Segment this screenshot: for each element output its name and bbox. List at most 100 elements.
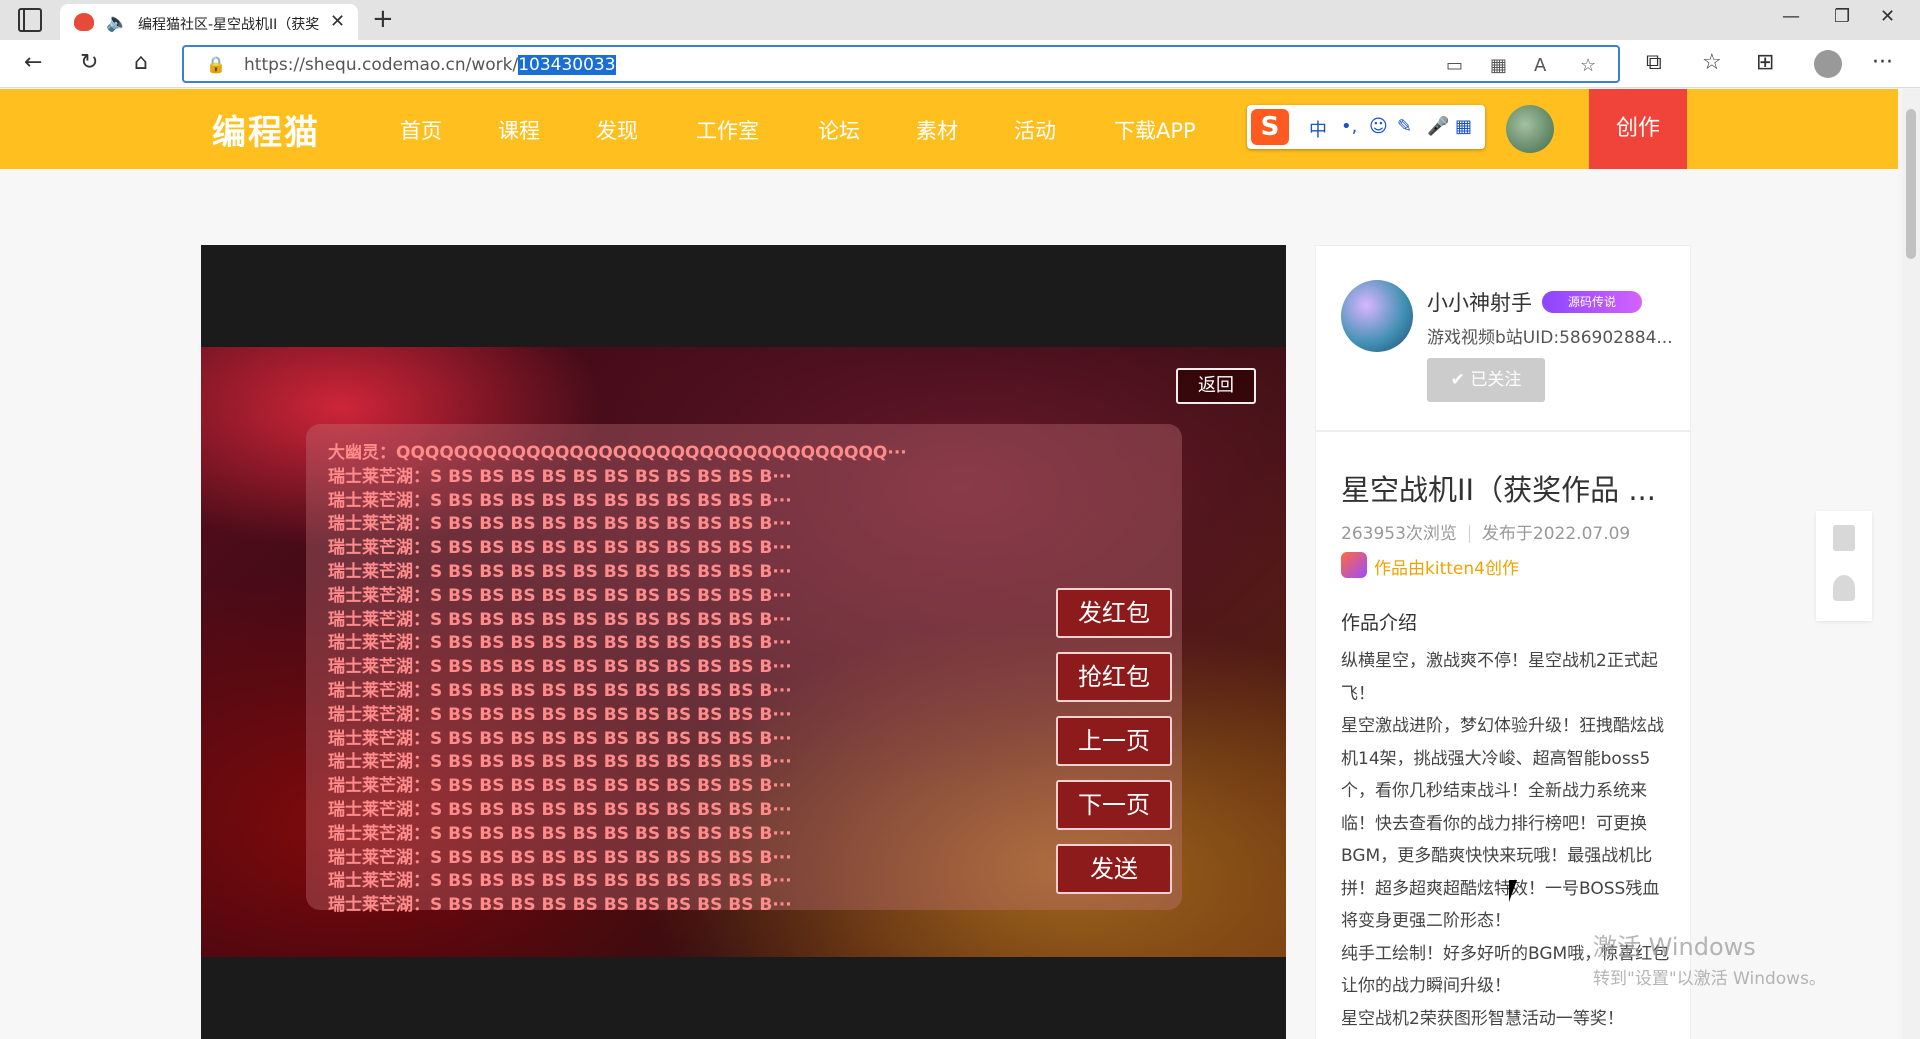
chat-message: 瑞士莱芒湖：S BS BS BS BS BS BS BS BS BS BS B·… — [328, 895, 792, 916]
game-back-button[interactable]: 返回 — [1176, 368, 1256, 404]
game-stage[interactable]: 返回 大幽灵：QQQQQQQQQQQQQQQQQQQQQQQQQQQQQQQQQ… — [201, 245, 1286, 1039]
browser-tab-bar: 🔈 编程猫社区-星空战机II（获奖 ✕ + — ❐ ✕ — [0, 0, 1920, 40]
menu-studio[interactable]: 工作室 — [696, 115, 759, 145]
chat-message: 瑞士莱芒湖：S BS BS BS BS BS BS BS BS BS BS B·… — [328, 680, 792, 701]
codemao-favicon-icon — [74, 13, 94, 31]
kitten-icon — [1341, 552, 1367, 578]
windows-activation-watermark: 激活 Windows 转到"设置"以激活 Windows。 — [1593, 927, 1826, 989]
qr-code-icon[interactable]: ▦ — [1490, 55, 1507, 76]
chat-message: 瑞士莱芒湖：S BS BS BS BS BS BS BS BS BS BS B·… — [328, 823, 792, 844]
page-scrollbar[interactable] — [1902, 89, 1920, 1039]
menu-discover[interactable]: 发现 — [596, 115, 638, 145]
create-button[interactable]: 创作 — [1589, 89, 1687, 169]
new-tab-icon[interactable]: + — [372, 4, 394, 34]
chat-message: 瑞士莱芒湖：S BS BS BS BS BS BS BS BS BS BS B·… — [328, 561, 792, 582]
meta-divider — [1468, 525, 1470, 543]
profile-icon[interactable] — [1814, 50, 1842, 78]
publish-date: 发布于2022.07.09 — [1481, 524, 1631, 544]
browser-nav-bar: ← ↻ ⌂ 🔒 https://shequ.codemao.cn/work/10… — [0, 40, 1920, 88]
chat-message: 瑞士莱芒湖：S BS BS BS BS BS BS BS BS BS BS B·… — [328, 609, 792, 630]
add-favorite-icon[interactable]: ☆ — [1580, 55, 1596, 76]
extensions-icon[interactable]: ⧉ — [1646, 50, 1662, 75]
floating-tools — [1816, 511, 1872, 621]
chat-message: 瑞士莱芒湖：S BS BS BS BS BS BS BS BS BS BS B·… — [328, 490, 792, 511]
work-meta: 263953次浏览 发布于2022.07.09 — [1341, 519, 1630, 544]
game-canvas[interactable]: 返回 大幽灵：QQQQQQQQQQQQQQQQQQQQQQQQQQQQQQQQQ… — [201, 347, 1286, 957]
site-logo[interactable]: 编程猫 — [212, 105, 320, 154]
site-header: 编程猫 首页 课程 发现 工作室 论坛 素材 活动 下载APP S 中 •, ☺… — [0, 89, 1898, 169]
ime-chinese-mode[interactable]: 中 — [1309, 116, 1327, 142]
send-button[interactable]: 发送 — [1056, 844, 1172, 894]
author-name[interactable]: 小小神射手 — [1427, 287, 1532, 317]
url-text[interactable]: https://shequ.codemao.cn/work/103430033 — [244, 55, 616, 75]
chat-message: 瑞士莱芒湖：S BS BS BS BS BS BS BS BS BS BS B·… — [328, 728, 792, 749]
collections-icon[interactable]: ⊞ — [1756, 50, 1774, 75]
home-icon[interactable]: ⌂ — [134, 50, 148, 75]
scrollbar-thumb[interactable] — [1906, 109, 1916, 259]
back-arrow-icon[interactable]: ← — [24, 50, 42, 75]
speaker-icon[interactable]: 🔈 — [106, 12, 128, 33]
follow-button[interactable]: ✔ 已关注 — [1427, 358, 1545, 402]
tab-actions-icon[interactable] — [18, 8, 42, 32]
sogou-logo-icon: S — [1251, 109, 1289, 145]
author-card: 小小神射手 源码传说 游戏视频b站UID:586902884... ✔ 已关注 — [1315, 245, 1691, 431]
chat-message: 瑞士莱芒湖：S BS BS BS BS BS BS BS BS BS BS B·… — [328, 466, 792, 487]
notification-bell-icon[interactable] — [1833, 575, 1855, 601]
grid-icon[interactable]: ▦ — [1455, 116, 1472, 137]
next-page-button[interactable]: 下一页 — [1056, 780, 1172, 830]
intro-line: 纵横星空，激战爽不停！星空战机2正式起飞！ — [1341, 651, 1658, 704]
intro-line: 星空激战进阶，梦幻体验升级！狂拽酷炫战机14架，挑战强大冷峻、超高智能boss5… — [1341, 716, 1664, 931]
read-aloud-icon[interactable]: A — [1534, 55, 1546, 76]
lock-icon[interactable]: 🔒 — [206, 55, 226, 74]
chat-message: 瑞士莱芒湖：S BS BS BS BS BS BS BS BS BS BS B·… — [328, 799, 792, 820]
tablet-icon[interactable] — [1833, 525, 1855, 551]
author-badge: 源码传说 — [1542, 291, 1642, 313]
chat-message: 瑞士莱芒湖：S BS BS BS BS BS BS BS BS BS BS B·… — [328, 776, 792, 797]
menu-courses[interactable]: 课程 — [498, 115, 540, 145]
chat-message: 瑞士莱芒湖：S BS BS BS BS BS BS BS BS BS BS B·… — [328, 704, 792, 725]
pen-icon[interactable]: ✎ — [1397, 116, 1412, 137]
made-with-kitten-link[interactable]: 作品由kitten4创作 — [1374, 554, 1519, 579]
menu-home[interactable]: 首页 — [400, 115, 442, 145]
punctuation-icon[interactable]: •, — [1341, 116, 1357, 137]
address-bar[interactable]: 🔒 https://shequ.codemao.cn/work/10343003… — [182, 45, 1620, 83]
favorites-icon[interactable]: ☆ — [1702, 50, 1722, 75]
window-close-icon[interactable]: ✕ — [1880, 6, 1895, 27]
chat-message: 瑞士莱芒湖：S BS BS BS BS BS BS BS BS BS BS B·… — [328, 657, 792, 678]
restore-icon[interactable]: ❐ — [1834, 6, 1850, 27]
user-avatar[interactable] — [1506, 105, 1554, 153]
more-icon[interactable]: ··· — [1872, 50, 1893, 75]
intro-heading: 作品介绍 — [1341, 612, 1418, 634]
chat-message: 瑞士莱芒湖：S BS BS BS BS BS BS BS BS BS BS B·… — [328, 752, 792, 773]
chat-message: 瑞士莱芒湖：S BS BS BS BS BS BS BS BS BS BS B·… — [328, 514, 792, 535]
emoji-icon[interactable]: ☺ — [1369, 116, 1388, 137]
chat-message: 瑞士莱芒湖：S BS BS BS BS BS BS BS BS BS BS B·… — [328, 871, 792, 892]
author-avatar[interactable] — [1341, 280, 1413, 352]
chat-panel: 大幽灵：QQQQQQQQQQQQQQQQQQQQQQQQQQQQQQQQQQ··… — [306, 424, 1182, 915]
menu-events[interactable]: 活动 — [1014, 115, 1056, 145]
chat-message: 瑞士莱芒湖：S BS BS BS BS BS BS BS BS BS BS B·… — [328, 538, 792, 559]
close-icon[interactable]: ✕ — [330, 11, 345, 32]
browser-tab[interactable]: 🔈 编程猫社区-星空战机II（获奖 ✕ — [60, 4, 358, 40]
menu-forum[interactable]: 论坛 — [818, 115, 860, 145]
page-content: 编程猫 首页 课程 发现 工作室 论坛 素材 活动 下载APP S 中 •, ☺… — [0, 89, 1898, 1039]
view-count: 263953次浏览 — [1341, 524, 1457, 544]
chat-message: 大幽灵：QQQQQQQQQQQQQQQQQQQQQQQQQQQQQQQQQQ··… — [328, 443, 907, 463]
tab-title: 编程猫社区-星空战机II（获奖 — [138, 17, 320, 33]
app-available-icon[interactable]: ▭ — [1446, 55, 1463, 76]
chat-message: 瑞士莱芒湖：S BS BS BS BS BS BS BS BS BS BS B·… — [328, 847, 792, 868]
author-description: 游戏视频b站UID:586902884... — [1427, 328, 1673, 348]
chat-message: 瑞士莱芒湖：S BS BS BS BS BS BS BS BS BS BS B·… — [328, 585, 792, 606]
work-title: 星空战机II（获奖作品 ... — [1341, 473, 1656, 507]
minimize-icon[interactable]: — — [1782, 6, 1800, 27]
intro-line: 星空战机2荣获图形智慧活动一等奖！ — [1341, 1008, 1624, 1029]
microphone-icon[interactable]: 🎤 — [1427, 116, 1449, 137]
refresh-icon[interactable]: ↻ — [80, 50, 98, 75]
menu-download-app[interactable]: 下载APP — [1114, 115, 1196, 145]
menu-materials[interactable]: 素材 — [916, 115, 958, 145]
grab-red-packet-button[interactable]: 抢红包 — [1056, 652, 1172, 702]
activation-subtitle: 转到"设置"以激活 Windows。 — [1593, 969, 1826, 989]
send-red-packet-button[interactable]: 发红包 — [1056, 588, 1172, 638]
previous-page-button[interactable]: 上一页 — [1056, 716, 1172, 766]
ime-toolbar[interactable]: S 中 •, ☺ ✎ 🎤 ▦ — [1247, 105, 1485, 149]
